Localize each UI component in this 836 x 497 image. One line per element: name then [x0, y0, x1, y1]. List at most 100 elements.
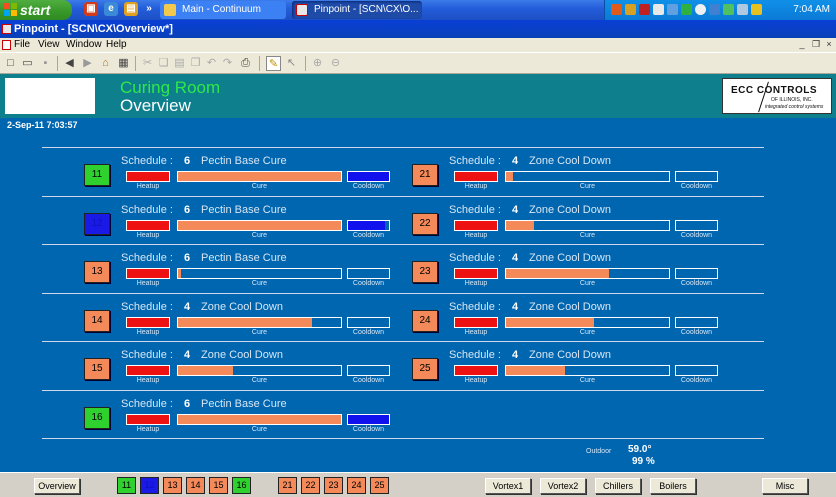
pointer-icon[interactable]: ↖ — [284, 56, 299, 71]
redo-icon[interactable]: ↷ — [220, 56, 235, 71]
heatup-label: Heatup — [464, 280, 488, 287]
room-button[interactable]: 11 — [84, 164, 110, 186]
vortex2-button[interactable]: Vortex2 — [540, 478, 586, 494]
page-title: Overview — [120, 96, 191, 115]
room-button[interactable]: 25 — [412, 358, 438, 380]
menu-view[interactable]: View — [38, 38, 60, 52]
nav-room-12[interactable]: 12 — [140, 477, 159, 494]
nav-room-13[interactable]: 13 — [163, 477, 182, 494]
nav-room-22[interactable]: 22 — [301, 477, 320, 494]
tray-battery-icon[interactable] — [723, 4, 734, 15]
close-icon[interactable]: × — [823, 39, 835, 50]
schedule-label: Schedule : — [449, 203, 501, 216]
tray-bluetooth-icon[interactable] — [667, 4, 678, 15]
schedule-number: 6 — [184, 252, 191, 264]
menu-help[interactable]: Help — [106, 38, 127, 52]
nav-room-24[interactable]: 24 — [347, 477, 366, 494]
schedule-label: Schedule : — [121, 155, 173, 167]
cure-bar — [177, 171, 342, 182]
grid-view-icon[interactable]: ▦ — [116, 56, 131, 71]
quicklaunch-app-icon[interactable]: ▣ — [84, 2, 98, 16]
nav-room-25[interactable]: 25 — [370, 477, 389, 494]
room-button[interactable]: 13 — [84, 261, 110, 283]
print-icon[interactable]: ⎙ — [238, 56, 253, 71]
minimize-icon[interactable]: _ — [796, 39, 808, 50]
schedule-name: Zone Cool Down — [529, 155, 611, 167]
clock[interactable]: 7:04 AM — [793, 0, 830, 20]
row-divider — [42, 341, 764, 342]
taskbar-item-main-continuum[interactable]: Main - Continuum — [160, 1, 286, 19]
home-icon[interactable]: ⌂ — [98, 56, 113, 71]
open-folder-icon[interactable]: ▭ — [20, 56, 35, 71]
menu-file[interactable]: File — [14, 38, 30, 52]
save-icon[interactable]: ▪ — [38, 56, 53, 71]
schedule-label: Schedule : — [121, 300, 173, 313]
tray-monitor-icon[interactable] — [709, 4, 720, 15]
tray-power-icon[interactable] — [751, 4, 762, 15]
cure-bar-fill — [506, 172, 513, 181]
room-button[interactable]: 16 — [84, 406, 110, 429]
schedule-number: 4 — [512, 300, 519, 313]
nav-room-14[interactable]: 14 — [186, 477, 205, 494]
room-button[interactable]: 22 — [412, 212, 438, 235]
outdoor-humidity: 99 % — [632, 456, 655, 467]
tray-app-icon[interactable] — [611, 4, 622, 15]
system-tray: 7:04 AM — [604, 0, 836, 20]
document-icon[interactable] — [2, 40, 11, 50]
zoom-out-icon[interactable]: ⊖ — [328, 56, 343, 71]
menu-window[interactable]: Window — [66, 38, 102, 52]
heatup-bar — [126, 171, 170, 182]
back-arrow-icon[interactable]: ◀ — [62, 56, 77, 71]
cut-icon[interactable]: ✂ — [140, 56, 155, 71]
tray-volume-icon[interactable] — [737, 4, 748, 15]
toolbar: □ ▭ ▪ ◀ ▶ ⌂ ▦ ✂ ❏ ▤ ❐ ↶ ↷ ⎙ ✎ ↖ ⊕ ⊖ — [0, 52, 836, 74]
logo-sub-text: OF ILLINOIS, INC. — [771, 97, 813, 103]
cure-bar — [177, 268, 342, 279]
boilers-button[interactable]: Boilers — [650, 478, 696, 494]
vortex1-button[interactable]: Vortex1 — [485, 478, 531, 494]
nav-room-15[interactable]: 15 — [209, 477, 228, 494]
misc-button[interactable]: Misc — [762, 478, 808, 494]
start-button[interactable]: start — [0, 0, 72, 20]
heatup-bar-fill — [455, 269, 497, 278]
copy-icon[interactable]: ❏ — [156, 56, 171, 71]
nav-room-11[interactable]: 11 — [117, 477, 136, 494]
edit-pencil-icon[interactable]: ✎ — [266, 56, 281, 71]
restore-icon[interactable]: ❐ — [810, 39, 822, 50]
overview-button[interactable]: Overview — [34, 478, 80, 494]
nav-room-16[interactable]: 16 — [232, 477, 251, 494]
new-file-icon[interactable]: □ — [3, 56, 18, 71]
paste-icon[interactable]: ▤ — [172, 56, 187, 71]
forward-arrow-icon[interactable]: ▶ — [80, 56, 95, 71]
zoom-in-icon[interactable]: ⊕ — [310, 56, 325, 71]
window-title-bar[interactable]: Pinpoint - [SCN\CX\Overview*] — [0, 20, 836, 38]
nav-room-21[interactable]: 21 — [278, 477, 297, 494]
room-button[interactable]: 23 — [412, 261, 438, 283]
datetime: 2-Sep-11 7:03:57 — [7, 120, 78, 130]
chillers-button[interactable]: Chillers — [595, 478, 641, 494]
cure-bar — [177, 365, 342, 376]
heatup-bar-fill — [127, 366, 169, 375]
tray-alert-icon[interactable] — [639, 4, 650, 15]
quicklaunch-more-icon[interactable]: » — [142, 2, 156, 16]
room-button[interactable]: 15 — [84, 358, 110, 380]
room-button[interactable]: 21 — [412, 164, 438, 186]
nav-room-23[interactable]: 23 — [324, 477, 343, 494]
tray-network-icon[interactable] — [653, 4, 664, 15]
quicklaunch-folder-icon[interactable]: ▤ — [124, 2, 138, 16]
taskbar-item-pinpoint[interactable]: Pinpoint - [SCN\CX\O... — [292, 1, 422, 19]
room-button[interactable]: 24 — [412, 309, 438, 332]
schedule-label: Schedule : — [449, 300, 501, 313]
duplicate-icon[interactable]: ❐ — [188, 56, 203, 71]
cure-bar-fill — [506, 366, 565, 375]
overview-panel: 2-Sep-11 7:03:57 11 Schedule : 6 Pectin Bas… — [0, 118, 836, 472]
tray-shield-icon[interactable] — [625, 4, 636, 15]
tray-update-icon[interactable] — [695, 4, 706, 15]
cure-bar-fill — [506, 269, 609, 278]
room-button[interactable]: 12 — [84, 212, 110, 235]
undo-icon[interactable]: ↶ — [204, 56, 219, 71]
room-button[interactable]: 14 — [84, 309, 110, 332]
toolbar-separator — [57, 56, 58, 71]
tray-sync-icon[interactable] — [681, 4, 692, 15]
quicklaunch-browser-icon[interactable]: e — [104, 2, 118, 16]
